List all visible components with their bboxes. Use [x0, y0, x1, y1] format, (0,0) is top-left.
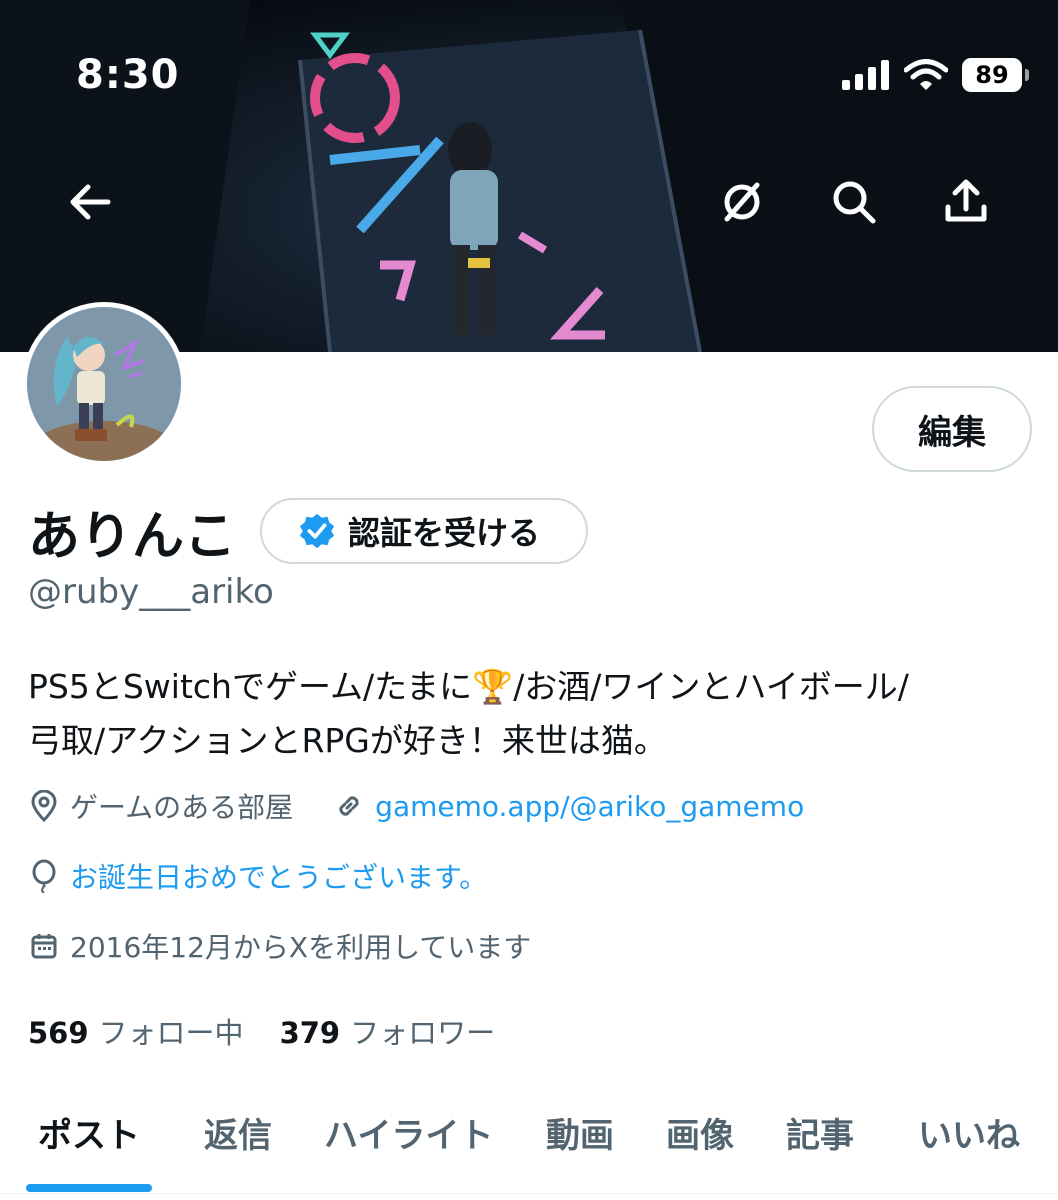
- get-verified-button[interactable]: 認証を受ける: [260, 498, 588, 564]
- battery-indicator: 89: [962, 58, 1029, 92]
- tab-likes[interactable]: いいね: [918, 1108, 1020, 1157]
- tab-replies[interactable]: 返信: [204, 1108, 272, 1157]
- joined-row: 2016年12月からXを利用しています: [28, 926, 531, 966]
- signal-icon: [842, 60, 889, 90]
- status-icons: 89: [842, 58, 1029, 92]
- location-text: ゲームのある部屋: [70, 791, 294, 824]
- calendar-icon: [28, 930, 60, 962]
- profile-tabs: ポスト 返信 ハイライト 動画 画像 記事 いいね: [0, 1096, 1058, 1200]
- following-link[interactable]: 569 フォロー中: [28, 1010, 244, 1052]
- user-handle: @ruby___ariko: [28, 572, 274, 612]
- followers-link[interactable]: 379 フォロワー: [280, 1010, 496, 1052]
- joined-text: 2016年12月からXを利用しています: [70, 931, 532, 964]
- profile-meta-row: ゲームのある部屋 gamemo.app/@ariko_gamemo: [28, 786, 804, 826]
- bio-text-3: 弓取/アクションとRPGが好き！来世は猫。: [28, 721, 667, 760]
- followers-count: 379: [279, 1016, 341, 1050]
- following-count: 569: [28, 1016, 89, 1050]
- display-name: ありんこ: [28, 507, 237, 567]
- grok-icon: [724, 182, 760, 222]
- search-icon: [833, 181, 876, 224]
- tab-posts[interactable]: ポスト: [38, 1108, 140, 1157]
- tab-media[interactable]: 画像: [666, 1108, 734, 1157]
- followers-label: フォロワー: [350, 1016, 496, 1050]
- edit-profile-button[interactable]: 編集: [872, 386, 1032, 472]
- tab-videos[interactable]: 動画: [546, 1108, 614, 1157]
- tab-highlights[interactable]: ハイライト: [324, 1108, 493, 1157]
- share-button[interactable]: [934, 170, 998, 234]
- wifi-icon: [904, 59, 948, 90]
- share-icon: [945, 179, 987, 222]
- tab-divider: [0, 1193, 1058, 1194]
- back-button[interactable]: [58, 170, 122, 234]
- bio-text-2: /お酒/ワインとハイボール/: [513, 667, 909, 706]
- location-icon: [28, 790, 60, 822]
- balloon-icon: [28, 859, 60, 893]
- status-time: 8:30: [76, 52, 180, 98]
- grok-button[interactable]: [710, 170, 774, 234]
- following-label: フォロー中: [98, 1016, 244, 1050]
- verified-badge-icon: [299, 513, 335, 549]
- profile-bio: PS5とSwitchでゲーム/たまに🏆/お酒/ワインとハイボール/ 弓取/アクシ…: [28, 660, 1028, 768]
- profile-banner[interactable]: 8:30 89: [0, 0, 1058, 352]
- active-tab-indicator: [26, 1184, 152, 1192]
- website-link[interactable]: gamemo.app/@ariko_gamemo: [375, 790, 804, 823]
- arrow-left-icon: [70, 184, 111, 220]
- tab-articles[interactable]: 記事: [786, 1108, 854, 1157]
- search-button[interactable]: [822, 170, 886, 234]
- trophy-emoji: 🏆: [472, 667, 514, 706]
- birthday-text: お誕生日おめでとうございます。: [70, 861, 488, 894]
- follow-counts: 569 フォロー中 379 フォロワー: [28, 1010, 495, 1052]
- avatar-image: [27, 307, 181, 461]
- avatar[interactable]: [22, 302, 186, 466]
- get-verified-label: 認証を受ける: [348, 514, 541, 552]
- birthday-row: お誕生日おめでとうございます。: [28, 856, 487, 896]
- bio-text-1: PS5とSwitchでゲーム/たまに: [28, 667, 473, 706]
- link-icon: [333, 790, 365, 822]
